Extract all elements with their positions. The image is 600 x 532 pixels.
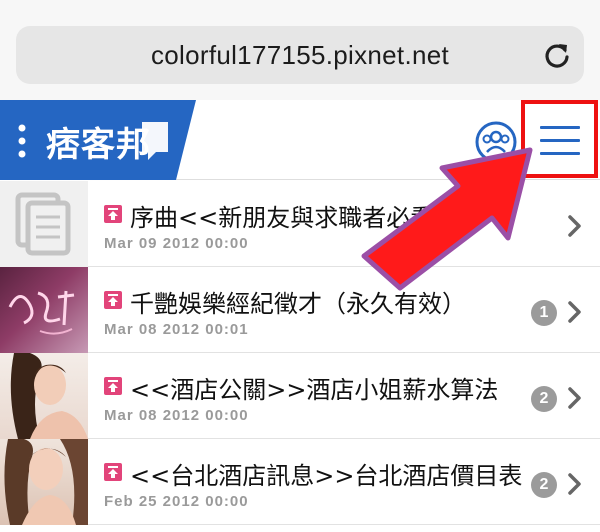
pixnet-logo[interactable]: 痞客邦 xyxy=(0,100,200,180)
chevron-right-icon[interactable] xyxy=(567,299,583,325)
site-header: 痞客邦 xyxy=(0,100,600,180)
address-bar[interactable]: colorful177155.pixnet.net xyxy=(16,26,584,84)
logo-text: 痞客邦 xyxy=(46,125,151,165)
hamburger-menu-button[interactable] xyxy=(521,100,598,178)
calligraphy-image xyxy=(8,290,75,335)
pinned-icon xyxy=(104,463,122,481)
list-item[interactable]: <<台北酒店訊息>>台北酒店價目表 Feb 25 2012 00:00 2 xyxy=(0,439,600,525)
portrait-image xyxy=(10,353,88,439)
portrait-photo-thumbnail xyxy=(0,353,88,439)
article-title[interactable]: <<台北酒店訊息>>台北酒店價目表 xyxy=(130,456,522,491)
url-text[interactable]: colorful177155.pixnet.net xyxy=(16,40,584,71)
document-placeholder-thumbnail xyxy=(0,181,88,267)
browser-chrome: colorful177155.pixnet.net xyxy=(0,0,600,100)
article-title[interactable]: 序曲<<新朋友與求職者必看>> xyxy=(130,198,474,233)
portrait-photo-thumbnail xyxy=(0,439,88,525)
article-date: Feb 25 2012 00:00 xyxy=(104,493,249,510)
pinned-icon xyxy=(104,205,122,223)
pinned-icon xyxy=(104,377,122,395)
list-item[interactable]: <<酒店公關>>酒店小姐薪水算法 Mar 08 2012 00:00 2 xyxy=(0,353,600,439)
comment-count-badge: 1 xyxy=(531,300,557,326)
list-item[interactable]: 千艷娛樂經紀徵才（永久有效） Mar 08 2012 00:01 1 xyxy=(0,267,600,353)
document-icon xyxy=(15,192,71,256)
article-date: Mar 08 2012 00:00 xyxy=(104,407,249,424)
reload-icon[interactable] xyxy=(540,38,574,72)
pinned-icon xyxy=(104,291,122,309)
article-date: Mar 09 2012 00:00 xyxy=(104,235,249,252)
profile-group-icon[interactable] xyxy=(474,120,518,164)
logo-dots-icon xyxy=(18,124,26,158)
chevron-right-icon[interactable] xyxy=(567,213,583,239)
comment-count-badge: 2 xyxy=(531,472,557,498)
chevron-right-icon[interactable] xyxy=(567,385,583,411)
comment-count-badge: 2 xyxy=(531,386,557,412)
menu-line-middle xyxy=(540,139,580,142)
chevron-right-icon[interactable] xyxy=(567,471,583,497)
menu-line-bottom xyxy=(540,152,580,155)
list-item[interactable]: 序曲<<新朋友與求職者必看>> Mar 09 2012 00:00 xyxy=(0,181,600,267)
brand-calligraphy-thumbnail xyxy=(0,267,88,353)
portrait-image xyxy=(4,439,88,525)
article-date: Mar 08 2012 00:01 xyxy=(104,321,249,338)
article-title[interactable]: 千艷娛樂經紀徵才（永久有效） xyxy=(130,284,466,319)
article-title[interactable]: <<酒店公關>>酒店小姐薪水算法 xyxy=(130,370,498,405)
hamburger-menu-icon xyxy=(540,126,580,129)
